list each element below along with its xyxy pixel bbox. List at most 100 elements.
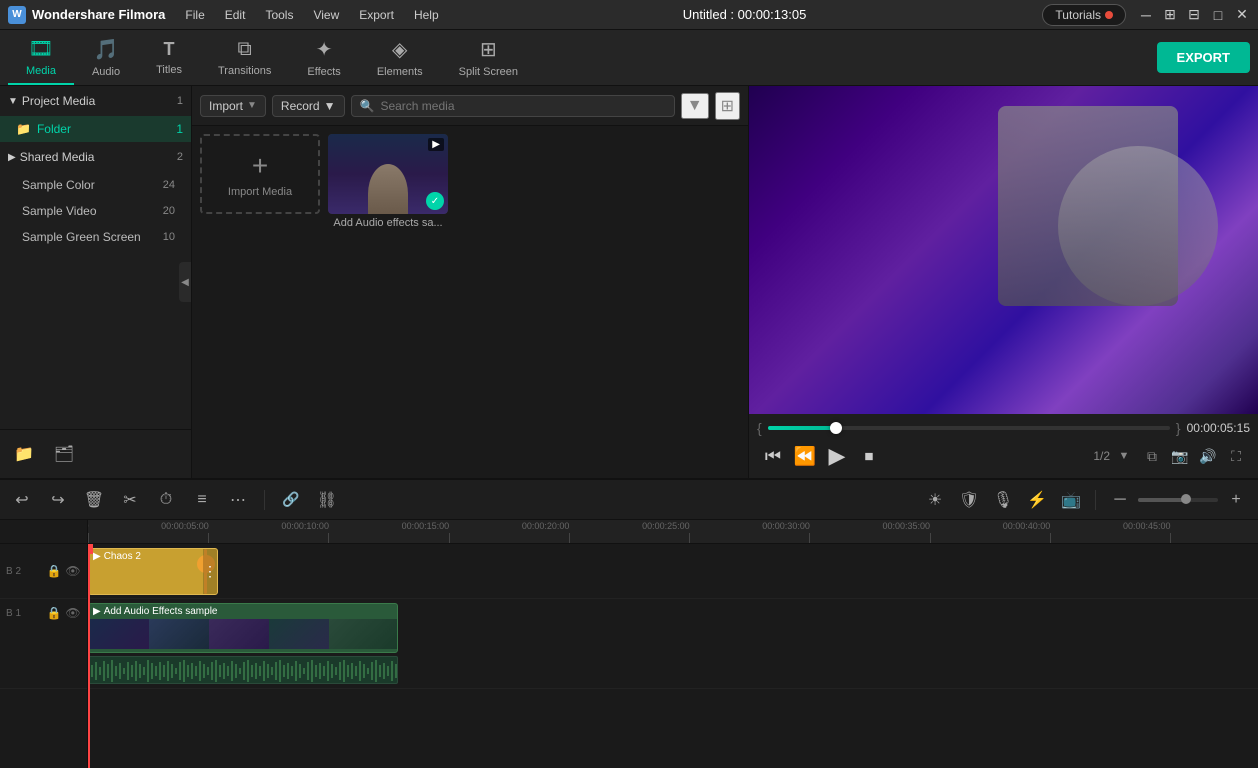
search-input[interactable] <box>380 99 665 113</box>
ruler-spacer <box>0 520 87 544</box>
toolbar-media[interactable]: 🎞 Media <box>8 30 74 85</box>
adjust-button[interactable]: ≡ <box>188 486 216 514</box>
toolbar-audio[interactable]: 🎵 Audio <box>74 31 138 84</box>
clip-thumbnail-strip <box>89 619 397 649</box>
time-display: 00:00:05:15 <box>1187 421 1250 435</box>
link-button[interactable]: ⛓ <box>313 486 341 514</box>
effect-button[interactable]: ⚡ <box>1023 486 1051 514</box>
import-media-tile[interactable]: + Import Media <box>200 134 320 214</box>
preview-video <box>749 86 1258 414</box>
menu-tools[interactable]: Tools <box>257 6 301 24</box>
clip-audio-effects[interactable]: ▶ Add Audio Effects sample <box>88 603 398 653</box>
media-thumb-item[interactable]: ▶ ✓ Add Audio effects sa... <box>328 134 448 229</box>
folder-label: Folder <box>37 122 71 136</box>
menu-export[interactable]: Export <box>351 6 402 24</box>
zoom-in-button[interactable]: + <box>1222 486 1250 514</box>
splitscreen-icon: ⊞ <box>480 37 497 62</box>
color-button[interactable]: ☀ <box>921 486 949 514</box>
export-button[interactable]: EXPORT <box>1157 42 1250 73</box>
zoom-slider[interactable] <box>1138 498 1218 502</box>
toolbar-elements[interactable]: ◈ Elements <box>359 31 441 84</box>
shared-media-section[interactable]: ▶ Shared Media 2 <box>0 142 191 172</box>
menu-bar: W Wondershare Filmora File Edit Tools Vi… <box>0 0 1258 30</box>
tracks-container: ▶ Chaos 2 ⋮ End time:0 <box>88 544 1258 768</box>
shared-media-count: 2 <box>177 151 183 163</box>
audio-waveform-track <box>88 656 398 684</box>
panel-footer: 📁 🗂 <box>0 429 191 478</box>
folder-icon: 📁 <box>16 122 31 136</box>
screen-button[interactable]: 📺 <box>1057 486 1085 514</box>
grid-view-button[interactable]: ⊞ <box>715 92 740 120</box>
pip-button[interactable]: ⧉ <box>1138 442 1166 470</box>
play-button[interactable]: ▶ <box>821 440 853 472</box>
volume-button[interactable]: 🔊 <box>1194 442 1222 470</box>
left-panel: ▼ Project Media 1 📁 Folder 1 ▶ Shared Me… <box>0 86 192 478</box>
folder-item[interactable]: 📁 Folder 1 <box>0 116 191 142</box>
toolbar-splitscreen[interactable]: ⊞ Split Screen <box>441 31 536 84</box>
step-back-button[interactable]: ⏮ <box>757 440 789 472</box>
minimize-button[interactable]: ─ <box>1138 7 1154 23</box>
duration-button[interactable]: ⏱ <box>152 486 180 514</box>
menu-view[interactable]: View <box>305 6 347 24</box>
redo-button[interactable]: ↪ <box>44 486 72 514</box>
sample-video-item[interactable]: Sample Video 20 <box>0 198 191 224</box>
menu-file[interactable]: File <box>177 6 212 24</box>
track-v2-eye[interactable]: 👁 <box>65 563 81 579</box>
stop-button[interactable]: ⏹ <box>853 440 885 472</box>
track-v1-lock[interactable]: 🔒 <box>46 605 62 621</box>
track-v2-lock[interactable]: 🔒 <box>46 563 62 579</box>
toolbar-effects[interactable]: ✦ Effects <box>289 31 358 84</box>
track-v1-icons: 🔒 👁 <box>46 605 81 621</box>
progress-handle[interactable] <box>830 422 842 434</box>
audio-button[interactable]: ⋯ <box>224 486 252 514</box>
maximize-button[interactable]: □ <box>1210 7 1226 23</box>
thumb-strip-2 <box>149 619 209 649</box>
toolbar-titles[interactable]: T Titles <box>138 33 200 82</box>
clip-chaos2[interactable]: ▶ Chaos 2 ⋮ End time:0 <box>88 548 218 595</box>
toolbar-transitions[interactable]: ⧉ Transitions <box>200 32 289 83</box>
mask-button[interactable]: 🛡 <box>955 486 983 514</box>
menu-help[interactable]: Help <box>406 6 447 24</box>
rewind-button[interactable]: ⏪ <box>789 440 821 472</box>
record-voice-button[interactable]: 🎙 <box>989 486 1017 514</box>
playhead-top-indicator <box>88 544 93 554</box>
magnet-button[interactable]: 🔗 <box>277 486 305 514</box>
menu-edit[interactable]: Edit <box>217 6 254 24</box>
smart-folder-button[interactable]: 🗂 <box>48 438 80 470</box>
record-dropdown[interactable]: Record ▼ <box>272 95 345 117</box>
timeline-ruler[interactable]: 00:00:00:0000:00:05:0000:00:10:0000:00:1… <box>88 520 1258 544</box>
zoom-out-button[interactable]: ─ <box>1106 486 1134 514</box>
thumb-strip-4 <box>269 619 329 649</box>
sample-color-item[interactable]: Sample Color 24 <box>0 172 191 198</box>
record-label: Record <box>281 99 320 113</box>
playback-ratio: 1/2 <box>1093 449 1110 463</box>
shared-media-label: Shared Media <box>20 150 95 164</box>
cut-button[interactable]: ✂ <box>116 486 144 514</box>
minimize-button2[interactable]: ⊟ <box>1186 7 1202 23</box>
search-bar[interactable]: 🔍 <box>351 95 675 117</box>
close-button[interactable]: ✕ <box>1234 7 1250 23</box>
grid-icon[interactable]: ⊞ <box>1162 7 1178 23</box>
track-v1-eye[interactable]: 👁 <box>65 605 81 621</box>
progress-bar[interactable] <box>768 426 1170 430</box>
ratio-dropdown[interactable]: ▼ <box>1110 442 1138 470</box>
project-media-section[interactable]: ▼ Project Media 1 <box>0 86 191 116</box>
clip-extend-handle[interactable]: ⋮ <box>203 549 217 594</box>
panel-collapse-button[interactable]: ◀ <box>179 262 191 302</box>
undo-button[interactable]: ↩ <box>8 486 36 514</box>
import-dropdown[interactable]: Import ▼ <box>200 95 266 117</box>
track-labels: B 2 🔒 👁 B 1 🔒 👁 <box>0 520 88 768</box>
new-folder-button[interactable]: 📁 <box>8 438 40 470</box>
tutorials-button[interactable]: Tutorials <box>1042 4 1126 26</box>
filter-button[interactable]: ▼ <box>681 93 709 119</box>
audio-waveform-svg <box>89 657 398 684</box>
sample-greenscreen-item[interactable]: Sample Green Screen 10 <box>0 224 191 250</box>
delete-button[interactable]: 🗑 <box>80 486 108 514</box>
playback-row: ⏮ ⏪ ▶ ⏹ 1/2 ▼ ⧉ 📷 🔊 ⛶ <box>757 440 1250 472</box>
snapshot-button[interactable]: 📷 <box>1166 442 1194 470</box>
media-item-label: Add Audio effects sa... <box>328 217 448 229</box>
zoom-handle[interactable] <box>1181 494 1191 504</box>
toolbar-separator <box>264 490 265 510</box>
fullscreen-button[interactable]: ⛶ <box>1222 442 1250 470</box>
track-label-v2: B 2 🔒 👁 <box>0 544 87 599</box>
